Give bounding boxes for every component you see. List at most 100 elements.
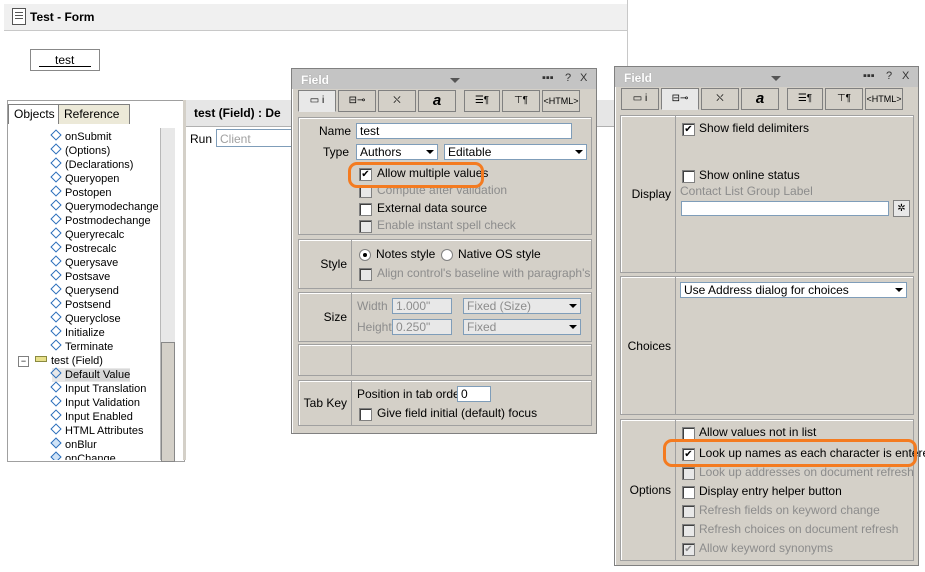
event-icon (50, 381, 62, 393)
keyword-synonyms-label: Allow keyword synonyms (699, 541, 834, 555)
tree-scrollbar-thumb[interactable] (161, 342, 175, 462)
tab-reference[interactable]: Reference (58, 104, 130, 124)
tree-item-html-attributes[interactable]: HTML Attributes (50, 423, 143, 438)
choices-select[interactable]: Use Address dialog for choices (680, 282, 907, 298)
highlight-lookup-names (663, 439, 917, 467)
formula-icon[interactable]: ✲ (893, 200, 910, 217)
highlight-allow-multiple (348, 162, 484, 188)
tree-item-input-validation[interactable]: Input Validation (50, 395, 140, 410)
notes-style-radio[interactable] (359, 249, 371, 261)
properties-dropdown-icon[interactable] (450, 78, 460, 83)
tab-control-icon[interactable]: ⊟⊸ (661, 88, 699, 110)
tab-hide-icon[interactable]: ⛌ (378, 90, 416, 112)
tab-order-input[interactable]: 0 (457, 386, 491, 402)
tab-html-icon[interactable]: <HTML> (542, 90, 580, 112)
align-baseline-checkbox[interactable] (359, 268, 372, 281)
tree-item-input-enabled[interactable]: Input Enabled (50, 409, 133, 424)
help-button[interactable]: ? (886, 70, 892, 82)
form-field-test[interactable]: test (30, 49, 100, 71)
display-label: Display (631, 187, 671, 201)
initial-focus-checkbox[interactable] (359, 408, 372, 421)
tree-item-test-field[interactable]: − test (Field) (18, 354, 103, 368)
tree-item-postrecalc[interactable]: Postrecalc (50, 241, 116, 256)
event-icon (50, 129, 62, 141)
refresh-choices-checkbox[interactable] (682, 524, 695, 537)
tab-key-section: Tab Key Position in tab order 0 Give fie… (298, 380, 592, 426)
event-icon (50, 339, 62, 351)
height-input[interactable]: 0.250" (392, 319, 452, 335)
allow-not-in-list-label: Allow values not in list (699, 425, 817, 439)
tree-item-postmodechange[interactable]: Postmodechange (50, 213, 151, 228)
code-pane-title: test (Field) : De (194, 106, 281, 120)
tab-control-icon[interactable]: ⊟⊸ (338, 90, 376, 112)
type-mode-select[interactable]: Editable (444, 144, 587, 160)
tab-html-icon[interactable]: <HTML> (865, 88, 903, 110)
tree-item-querysave[interactable]: Querysave (50, 255, 118, 270)
tree-item-queryopen[interactable]: Queryopen (50, 171, 119, 186)
tab-objects[interactable]: Objects (8, 104, 60, 124)
event-icon (50, 409, 62, 421)
width-mode-select[interactable]: Fixed (Size) (463, 298, 581, 314)
event-icon (50, 199, 62, 211)
help-button[interactable]: ? (565, 72, 571, 84)
tree-item-onblur[interactable]: onBlur (50, 437, 97, 452)
show-online-label: Show online status (699, 168, 800, 182)
tab-font-icon[interactable]: a (741, 88, 779, 110)
type-select[interactable]: Authors (356, 144, 438, 160)
style-label-cell: Style (299, 240, 352, 288)
tree-item-onsubmit[interactable]: onSubmit (50, 129, 111, 144)
pane-splitter[interactable] (183, 100, 186, 460)
tree-item-onchange[interactable]: onChange (50, 451, 116, 460)
tree-item-declarations[interactable]: (Declarations) (50, 157, 133, 172)
tab-paragraph-hide-icon[interactable]: ⊤¶ (825, 88, 863, 110)
tree-item-terminate[interactable]: Terminate (50, 339, 113, 354)
properties-titlebar: Field ▪▪▪ ? X (615, 67, 918, 87)
tree-item-postsave[interactable]: Postsave (50, 269, 110, 284)
lookup-addresses-checkbox[interactable] (682, 467, 695, 480)
tab-paragraph-icon[interactable]: ☰¶ (464, 90, 500, 112)
collapse-icon[interactable]: ▪▪▪ (863, 70, 875, 82)
tree-item-initialize[interactable]: Initialize (50, 325, 105, 340)
native-os-radio[interactable] (441, 249, 453, 261)
chevron-down-icon (892, 283, 906, 297)
tree-item-querysend[interactable]: Querysend (50, 283, 119, 298)
field-icon (35, 356, 47, 362)
tree-item-postsend[interactable]: Postsend (50, 297, 111, 312)
contact-group-input[interactable] (681, 201, 889, 216)
spell-check-checkbox[interactable] (359, 220, 372, 233)
collapse-icon[interactable]: ▪▪▪ (542, 72, 554, 84)
tab-font-icon[interactable]: a (418, 90, 456, 112)
tree-item-querymodechange[interactable]: Querymodechange (50, 199, 159, 214)
name-input[interactable]: test (356, 123, 572, 139)
tab-hide-icon[interactable]: ⛌ (701, 88, 739, 110)
event-icon (50, 143, 62, 155)
tab-info-icon[interactable]: ▭ i (298, 90, 336, 112)
external-ds-checkbox[interactable] (359, 203, 372, 216)
event-icon (50, 185, 62, 197)
collapse-icon[interactable]: − (18, 356, 29, 367)
width-input[interactable]: 1.000" (392, 298, 452, 314)
event-icon (50, 311, 62, 323)
show-delims-checkbox[interactable]: ✔ (682, 123, 695, 136)
tree-item-input-translation[interactable]: Input Translation (50, 381, 146, 396)
tree-item-postopen[interactable]: Postopen (50, 185, 111, 200)
tree-item-queryrecalc[interactable]: Queryrecalc (50, 227, 124, 242)
height-label: Height (357, 320, 392, 334)
close-button[interactable]: X (902, 70, 909, 82)
height-mode-select[interactable]: Fixed (463, 319, 581, 335)
chevron-down-icon (566, 320, 580, 334)
tab-paragraph-hide-icon[interactable]: ⊤¶ (502, 90, 540, 112)
show-online-checkbox[interactable] (682, 170, 695, 183)
properties-dropdown-icon[interactable] (771, 76, 781, 81)
tab-info-icon[interactable]: ▭ i (621, 88, 659, 110)
tab-paragraph-icon[interactable]: ☰¶ (787, 88, 823, 110)
event-icon (50, 171, 62, 183)
refresh-fields-checkbox[interactable] (682, 505, 695, 518)
tree-item-queryclose[interactable]: Queryclose (50, 311, 121, 326)
tree-item-options[interactable]: (Options) (50, 143, 110, 158)
close-button[interactable]: X (580, 72, 587, 84)
external-ds-label: External data source (377, 201, 488, 215)
keyword-synonyms-checkbox[interactable]: ✔ (682, 543, 695, 556)
entry-helper-checkbox[interactable] (682, 486, 695, 499)
tree-item-default-value[interactable]: Default Value (50, 367, 131, 382)
